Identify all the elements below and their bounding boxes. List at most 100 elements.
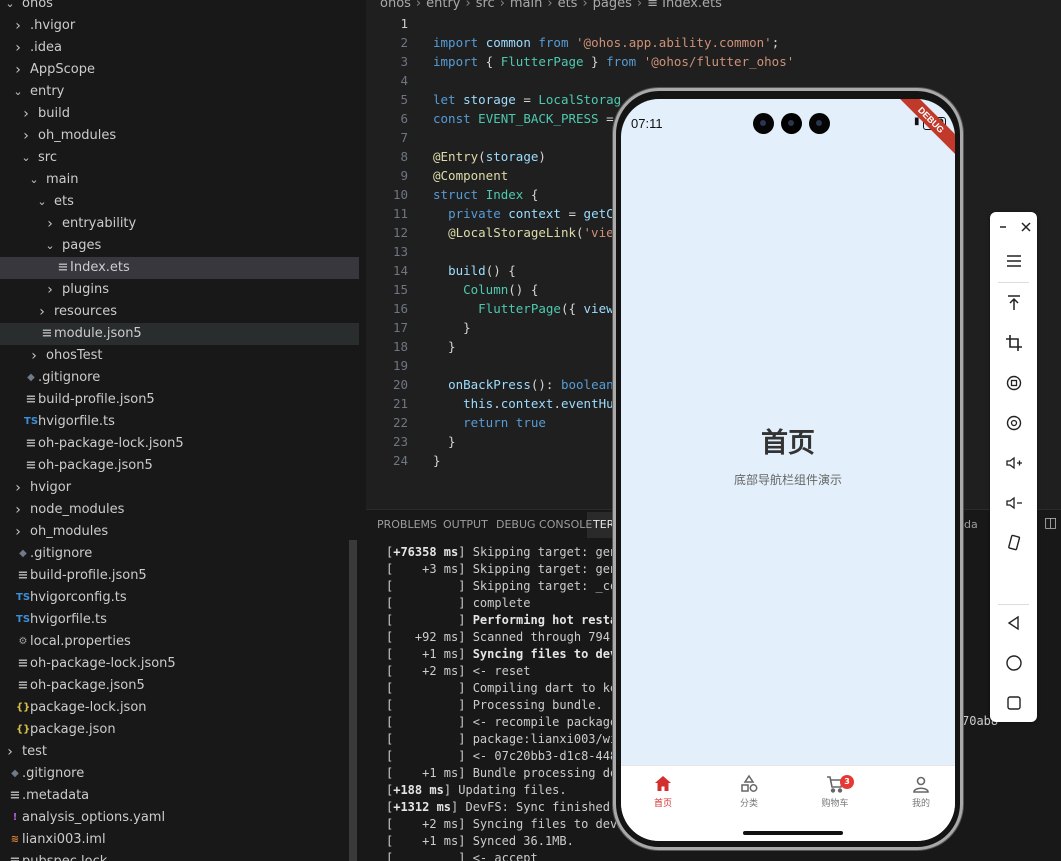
fold-button[interactable] — [990, 534, 1037, 558]
explorer-item-label: .gitignore — [30, 546, 93, 561]
file-lines-icon: ≡ — [17, 568, 29, 583]
explorer-item[interactable]: › .idea — [0, 37, 359, 59]
explorer-scrollbar[interactable] — [349, 540, 357, 861]
explorer-item[interactable]: › AppScope — [0, 59, 359, 81]
file-explorer: ⌄ ohos › .hvigor › .idea › AppScope ⌄ entry › build… — [0, 0, 366, 861]
panel-tab[interactable]: PROBLEMS — [377, 518, 437, 531]
explorer-item[interactable]: ! analysis_options.yaml — [0, 807, 359, 829]
breadcrumb-separator: › — [636, 0, 643, 11]
split-panel-icon[interactable]: ◫ — [1044, 515, 1057, 531]
line-number: 21 — [392, 396, 408, 411]
explorer-item[interactable]: ≡ build-profile.json5 — [0, 389, 359, 411]
explorer-item[interactable]: › entryability — [0, 213, 359, 235]
recents-button[interactable] — [990, 694, 1037, 718]
explorer-item[interactable]: › ohosTest — [0, 345, 359, 367]
status-time: 07:11 — [631, 116, 663, 131]
panel-tab[interactable]: OUTPUT — [443, 518, 488, 531]
explorer-item[interactable]: ⌄ src — [0, 147, 359, 169]
rotate-right-button[interactable] — [990, 414, 1037, 438]
explorer-item[interactable]: ≡ build-profile.json5 — [0, 565, 359, 587]
panel-right-label[interactable]: da — [964, 518, 978, 531]
rotate-left-button[interactable] — [990, 374, 1037, 398]
explorer-item[interactable]: ◆ .gitignore — [0, 367, 359, 389]
explorer-item-label: ohos — [22, 0, 53, 11]
explorer-item[interactable]: ⌄ entry — [0, 81, 359, 103]
explorer-item[interactable]: › oh_modules — [0, 125, 359, 147]
breadcrumb: ohos › entry › src › main › ets › pages › ≡ Index.et… — [380, 0, 722, 14]
nav-tab-home[interactable]: 首页 — [628, 774, 698, 809]
breadcrumb-separator: › — [415, 0, 422, 11]
code-text: import common from '@ohos.app.ability.co… — [433, 35, 780, 50]
nav-tab-profile[interactable]: 我的 — [886, 774, 955, 809]
file-lines-icon: ≡ — [25, 436, 37, 451]
toolbar-divider — [998, 604, 1029, 605]
code-text: Column() { — [463, 282, 539, 297]
terminal-text: [ +92 ms] Scanned through 794 fi — [386, 630, 632, 644]
chevron-right-icon: › — [39, 304, 45, 320]
explorer-item[interactable]: ◆ .gitignore — [0, 763, 359, 785]
explorer-item[interactable]: ≡ oh-package-lock.json5 — [0, 653, 359, 675]
explorer-item[interactable]: ≡ module.json5 — [0, 323, 359, 345]
terminal-text: [ +3 ms] Skipping target: gen_c — [386, 562, 632, 576]
breadcrumb-item[interactable]: main — [510, 0, 542, 11]
line-number: 18 — [392, 339, 408, 354]
explorer-item[interactable]: ≋ lianxi003.iml — [0, 829, 359, 851]
breadcrumb-item[interactable]: entry — [426, 0, 460, 11]
volume-up-button[interactable] — [990, 454, 1037, 478]
explorer-item[interactable]: › resources — [0, 301, 359, 323]
explorer-item[interactable]: › .hvigor — [0, 15, 359, 37]
explorer-item[interactable]: ⌄ ets — [0, 191, 359, 213]
explorer-item[interactable]: ◆ .gitignore — [0, 543, 359, 565]
explorer-item-label: build-profile.json5 — [30, 568, 147, 583]
line-number: 12 — [392, 225, 408, 240]
chevron-down-icon: ⌄ — [37, 195, 47, 208]
file-lines-icon: ≡ — [9, 788, 21, 803]
explorer-item[interactable]: ≡ oh-package.json5 — [0, 675, 359, 697]
explorer-item[interactable]: › node_modules — [0, 499, 359, 521]
explorer-item[interactable]: ≡pubspec.lock — [0, 851, 359, 861]
back-button[interactable] — [990, 614, 1037, 638]
explorer-item[interactable]: {} package.json — [0, 719, 359, 741]
explorer-item[interactable]: ≡ oh-package.json5 — [0, 455, 359, 477]
explorer-item[interactable]: ⌄ pages — [0, 235, 359, 257]
typescript-icon: TS — [24, 416, 39, 427]
home-button[interactable] — [990, 654, 1037, 678]
chevron-right-icon: › — [23, 106, 29, 122]
explorer-item[interactable]: TS hvigorconfig.ts — [0, 587, 359, 609]
nav-tab-category[interactable]: 分类 — [714, 774, 784, 809]
explorer-item[interactable]: ≡ oh-package-lock.json5 — [0, 433, 359, 455]
breadcrumb-item[interactable]: ets — [558, 0, 578, 11]
breadcrumb-item[interactable]: pages — [593, 0, 632, 11]
breadcrumb-item[interactable]: src — [476, 0, 495, 11]
explorer-item[interactable]: TS hvigorfile.ts — [0, 411, 359, 433]
close-button[interactable] — [1002, 218, 1049, 242]
explorer-item[interactable]: {} package-lock.json — [0, 697, 359, 719]
phone-screen[interactable]: 07:11 ▮ 100 DEBUG 首页 底部导航栏组件演示 首页 分类 — [621, 99, 955, 841]
explorer-item[interactable]: › test — [0, 741, 359, 763]
explorer-item[interactable]: ⚙ local.properties — [0, 631, 359, 653]
volume-down-button[interactable] — [990, 494, 1037, 518]
explorer-item[interactable]: › plugins — [0, 279, 359, 301]
crop-button[interactable] — [990, 334, 1037, 358]
breadcrumb-item[interactable]: ohos — [380, 0, 411, 11]
nav-tab-cart[interactable]: 3 购物车 — [800, 774, 870, 809]
explorer-item[interactable]: TS hvigorfile.ts — [0, 609, 359, 631]
explorer-item[interactable]: › oh_modules — [0, 521, 359, 543]
explorer-item[interactable]: ≡ Index.ets — [0, 257, 359, 279]
panel-tab[interactable]: TER — [593, 518, 614, 531]
menu-button[interactable] — [990, 252, 1037, 276]
explorer-item[interactable]: ≡ .metadata — [0, 785, 359, 807]
explorer-item-label: src — [38, 150, 57, 165]
panel-tab[interactable]: DEBUG CONSOLE — [496, 518, 592, 531]
explorer-item[interactable]: ⌄ main — [0, 169, 359, 191]
explorer-item[interactable]: ⌄ ohos — [0, 0, 359, 15]
home-indicator[interactable] — [743, 831, 843, 835]
toolbar-divider — [998, 282, 1029, 283]
file-lines-icon: ≡ — [57, 260, 69, 275]
screenshot-button[interactable] — [990, 294, 1037, 318]
explorer-item[interactable]: › build — [0, 103, 359, 125]
explorer-item[interactable]: › hvigor — [0, 477, 359, 499]
typescript-icon: TS — [16, 614, 31, 625]
chevron-right-icon: › — [15, 40, 21, 56]
breadcrumb-item[interactable]: Index.ets — [662, 0, 722, 11]
